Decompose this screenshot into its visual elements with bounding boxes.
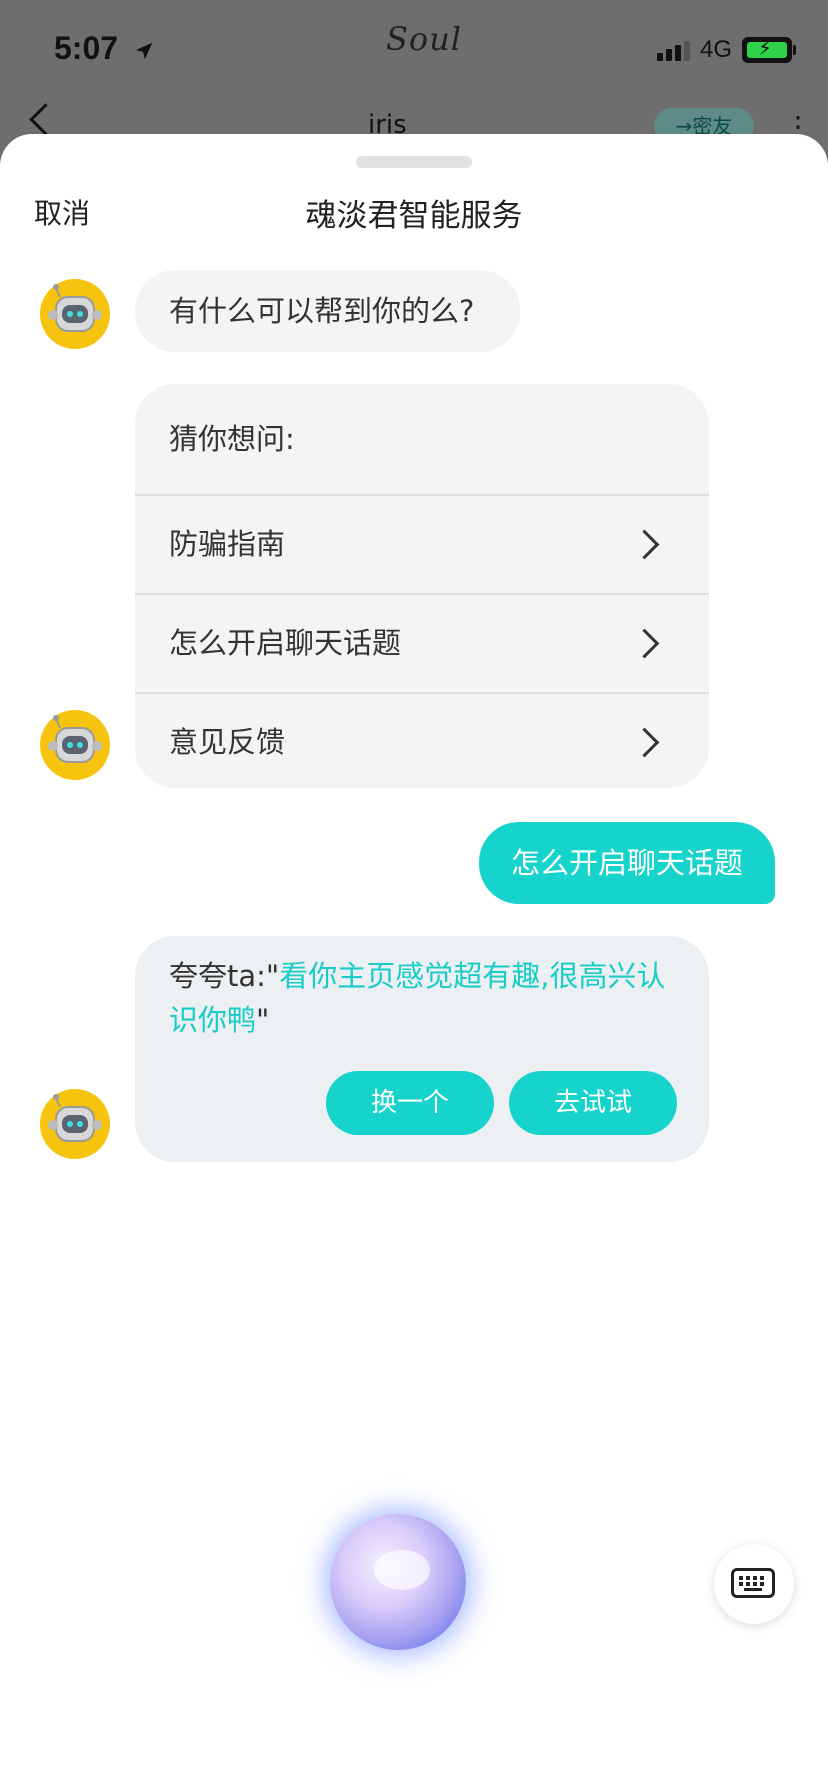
suggestion-label: 意见反馈: [169, 725, 286, 759]
status-right: 4G ⚡: [656, 36, 796, 64]
app-logo: Soul: [386, 20, 463, 58]
suggestion-item-start-chat[interactable]: 怎么开启聊天话题: [135, 595, 709, 694]
user-message-bubble: 怎么开启聊天话题: [478, 822, 775, 904]
suggestion-label: 防骗指南: [169, 527, 286, 561]
suggestion-item-anti-fraud[interactable]: 防骗指南: [135, 496, 709, 595]
greeting-bubble: 有什么可以帮到你的么?: [135, 270, 521, 352]
voice-orb-icon[interactable]: [330, 1514, 466, 1650]
battery-icon: ⚡: [742, 37, 796, 63]
signal-icon: [656, 39, 690, 61]
reply-prefix: 夸夸ta:": [169, 959, 280, 993]
keyboard-button[interactable]: [714, 1544, 794, 1624]
status-time-text: 5:07: [54, 30, 119, 66]
suggestion-card: 猜你想问: 防骗指南 怎么开启聊天话题 意见反馈: [135, 384, 709, 788]
robot-avatar-icon: [40, 710, 110, 780]
reply-card: 夸夸ta:"看你主页感觉超有趣,很高兴认识你鸭" 换一个 去试试: [135, 936, 709, 1162]
keyboard-icon: [731, 1568, 775, 1598]
assistant-sheet: 取消 魂淡君智能服务 有什么可以帮到你的么? 猜你想问: 防骗指南 怎么开启聊天…: [0, 134, 828, 1792]
screen: 5:07 Soul 4G ⚡ iris →密友 ⋮ 取消 魂淡君智能服务 有什么…: [0, 0, 828, 1792]
suggestion-label: 怎么开启聊天话题: [169, 626, 402, 660]
swap-button[interactable]: 换一个: [326, 1071, 494, 1135]
chevron-right-icon: [629, 727, 660, 758]
robot-avatar-icon: [40, 279, 110, 349]
sheet-title: 魂淡君智能服务: [305, 198, 523, 234]
chevron-right-icon: [629, 529, 660, 560]
suggestion-item-feedback[interactable]: 意见反馈: [135, 694, 709, 788]
robot-avatar-icon: [40, 1089, 110, 1159]
status-time: 5:07: [54, 30, 155, 67]
sheet-grabber[interactable]: [356, 156, 472, 168]
suggestion-header: 猜你想问:: [135, 384, 709, 496]
location-arrow-icon: [135, 42, 153, 59]
try-button[interactable]: 去试试: [509, 1071, 677, 1135]
reply-text: 夸夸ta:"看你主页感觉超有趣,很高兴认识你鸭": [169, 954, 679, 1042]
reply-suffix: ": [256, 1003, 270, 1037]
back-icon: [29, 103, 62, 136]
chevron-right-icon: [629, 628, 660, 659]
network-label: 4G: [699, 36, 732, 63]
